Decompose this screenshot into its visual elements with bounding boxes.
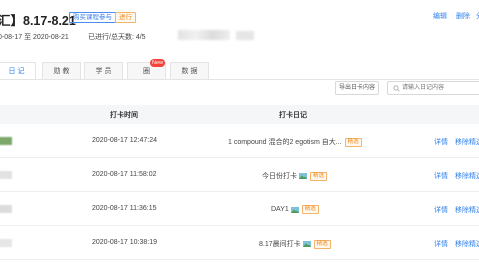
tab-students[interactable]: 学 员	[84, 62, 123, 80]
new-badge: New	[150, 59, 166, 67]
progress-text: 已进行/总天数: 4/5	[88, 34, 146, 41]
detail-link[interactable]: 详情	[434, 137, 448, 147]
checkin-time: 2020-08-17 10:38:19	[92, 239, 157, 246]
checkin-time: 2020-08-17 12:47:24	[92, 137, 157, 144]
table-row: 2020-08-17 12:47:24 1 compound 混合的2 egot…	[0, 124, 479, 158]
featured-tag: 精选	[344, 137, 362, 147]
featured-tag: 精选	[313, 239, 331, 249]
blurred-info	[178, 30, 230, 40]
diary-content[interactable]: 8.17晨间打卡 精选	[259, 239, 331, 249]
diary-content[interactable]: 1 compound 混合的2 egotism 自大... 精选	[228, 137, 362, 147]
image-icon	[299, 173, 307, 179]
avatar	[0, 137, 12, 145]
remove-featured-link[interactable]: 移除精选	[455, 239, 479, 249]
checkin-time: 2020-08-17 11:36:15	[92, 205, 157, 212]
course-header: 汇】8.17-8.21 购买课程参与 进行 编辑 删除 分 0-08-17 至 …	[0, 0, 479, 60]
remove-featured-link[interactable]: 移除精选	[455, 171, 479, 181]
featured-tag: 精选	[310, 171, 328, 181]
diary-text: 今日份打卡	[262, 173, 297, 180]
status-badge: 进行	[115, 12, 136, 23]
page-title: 汇】8.17-8.21	[0, 14, 76, 28]
tab-medals[interactable]: 勋 教	[42, 62, 81, 80]
checkin-time: 2020-08-17 11:58:02	[92, 171, 157, 178]
avatar	[0, 239, 12, 247]
table-header: 打卡时间 打卡日记	[0, 105, 479, 124]
date-range: 0-08-17 至 2020-08-21	[0, 34, 69, 41]
featured-tag: 精选	[301, 205, 319, 214]
edit-link[interactable]: 编辑	[433, 11, 447, 21]
detail-link[interactable]: 详情	[434, 239, 448, 249]
export-button[interactable]: 导出日卡内容	[335, 81, 379, 95]
diary-content[interactable]: 今日份打卡 精选	[262, 171, 328, 181]
diary-text: DAY1	[271, 206, 289, 213]
tab-divider	[0, 79, 479, 80]
table-row: 2020-08-17 10:38:19 8.17晨间打卡 精选 详情 移除精选	[0, 226, 479, 260]
remove-featured-link[interactable]: 移除精选	[455, 205, 479, 215]
image-icon	[290, 206, 299, 213]
search-box	[387, 81, 479, 95]
detail-link[interactable]: 详情	[434, 205, 448, 215]
detail-link[interactable]: 详情	[434, 171, 448, 181]
diary-content[interactable]: DAY1 精选	[271, 205, 319, 215]
tab-diary[interactable]: 日 记	[0, 62, 36, 80]
column-diary: 打卡日记	[279, 112, 307, 119]
table-row: 2020-08-17 11:36:15 DAY1 精选 详情 移除精选	[0, 192, 479, 226]
avatar	[0, 205, 12, 213]
remove-featured-link[interactable]: 移除精选	[455, 137, 479, 147]
search-input[interactable]	[402, 82, 479, 94]
column-time: 打卡时间	[110, 112, 138, 119]
tab-data[interactable]: 数 据	[170, 62, 209, 80]
blurred-info	[236, 31, 254, 40]
delete-link[interactable]: 删除	[456, 11, 470, 21]
search-icon	[393, 85, 400, 92]
diary-text: 8.17晨间打卡	[259, 241, 301, 248]
diary-text: 1 compound 混合的2 egotism 自大...	[228, 139, 342, 146]
image-icon	[302, 241, 311, 247]
table-row: 2020-08-17 11:58:02 今日份打卡 精选 详情 移除精选	[0, 158, 479, 192]
avatar	[0, 171, 12, 179]
buy-course-tag: 购买课程参与	[69, 12, 116, 23]
